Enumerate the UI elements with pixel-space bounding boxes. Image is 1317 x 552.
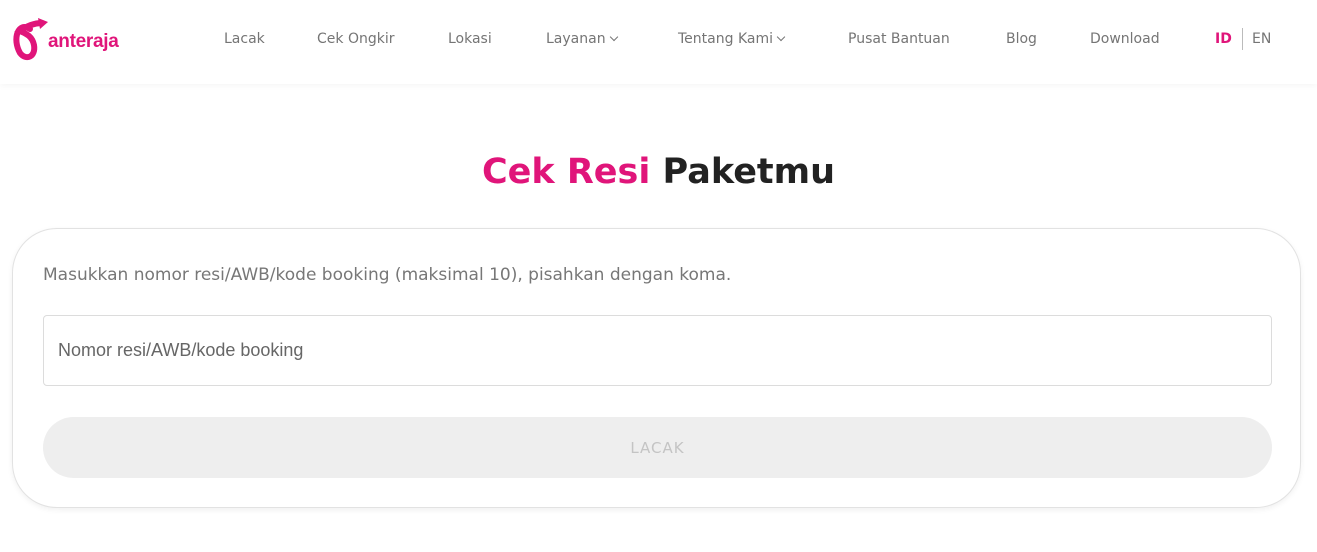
page-title: Cek Resi Paketmu (0, 152, 1317, 192)
chevron-down-icon (609, 32, 618, 42)
nav-tentang-kami-label: Tentang Kami (678, 31, 773, 47)
nav-pusat-bantuan[interactable]: Pusat Bantuan (848, 31, 950, 47)
lang-id[interactable]: ID (1215, 31, 1232, 47)
title-rest: Paketmu (662, 152, 836, 192)
nav-layanan-label: Layanan (546, 31, 606, 47)
nav-download[interactable]: Download (1090, 31, 1160, 47)
tracking-number-input[interactable] (43, 315, 1272, 386)
tracking-hint: Masukkan nomor resi/AWB/kode booking (ma… (43, 265, 732, 285)
lang-en[interactable]: EN (1252, 31, 1271, 47)
nav-lokasi[interactable]: Lokasi (448, 31, 492, 47)
anteraja-logo-icon (13, 18, 48, 61)
header: anteraja Lacak Cek Ongkir Lokasi Layanan… (0, 0, 1317, 84)
nav-cek-ongkir[interactable]: Cek Ongkir (317, 31, 394, 47)
chevron-down-icon (776, 32, 786, 42)
anteraja-logo[interactable]: anteraja (10, 17, 119, 61)
tracking-card: Masukkan nomor resi/AWB/kode booking (ma… (12, 228, 1301, 508)
lacak-button[interactable]: LACAK (43, 417, 1272, 478)
nav-layanan[interactable]: Layanan (546, 31, 618, 47)
title-highlight: Cek Resi (481, 152, 651, 192)
lang-divider (1242, 28, 1243, 50)
logo-text: anteraja (48, 31, 119, 52)
nav-blog[interactable]: Blog (1006, 31, 1037, 47)
nav-lacak[interactable]: Lacak (224, 31, 265, 47)
nav-tentang-kami[interactable]: Tentang Kami (678, 31, 786, 47)
